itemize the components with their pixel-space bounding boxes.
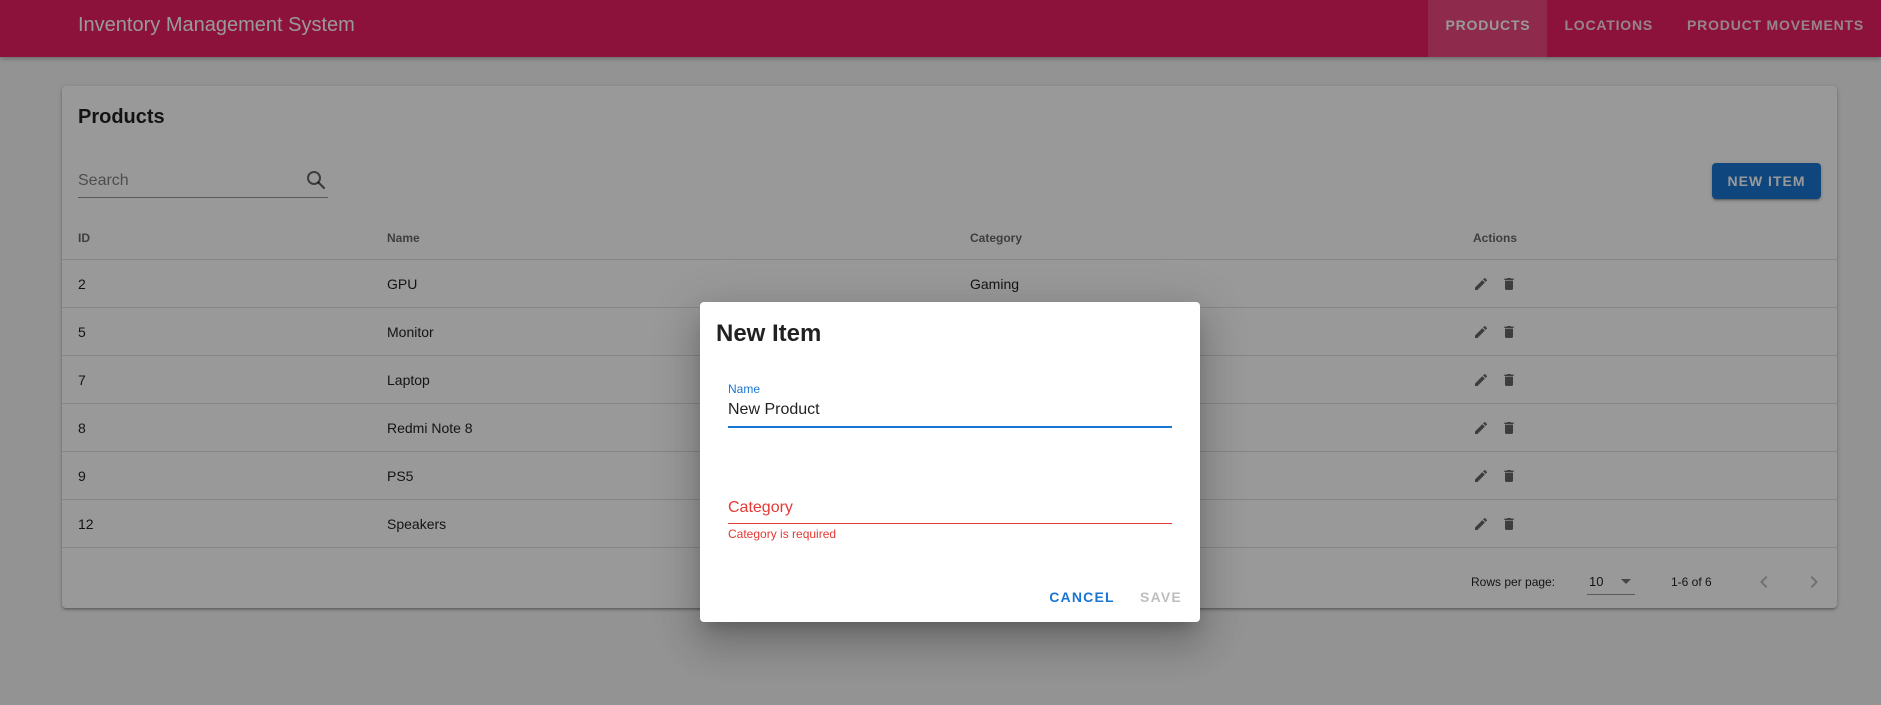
- name-label: Name: [728, 382, 761, 396]
- name-field: Name: [728, 382, 1172, 428]
- category-field: [728, 488, 1172, 524]
- category-input[interactable]: [728, 496, 1172, 520]
- cancel-button[interactable]: CANCEL: [1043, 579, 1121, 615]
- dialog-title: New Item: [716, 320, 822, 347]
- name-input[interactable]: [728, 398, 1172, 422]
- save-button[interactable]: SAVE: [1131, 579, 1191, 615]
- new-item-dialog: New Item Name Category is required CANCE…: [700, 302, 1200, 622]
- category-error-text: Category is required: [728, 527, 837, 541]
